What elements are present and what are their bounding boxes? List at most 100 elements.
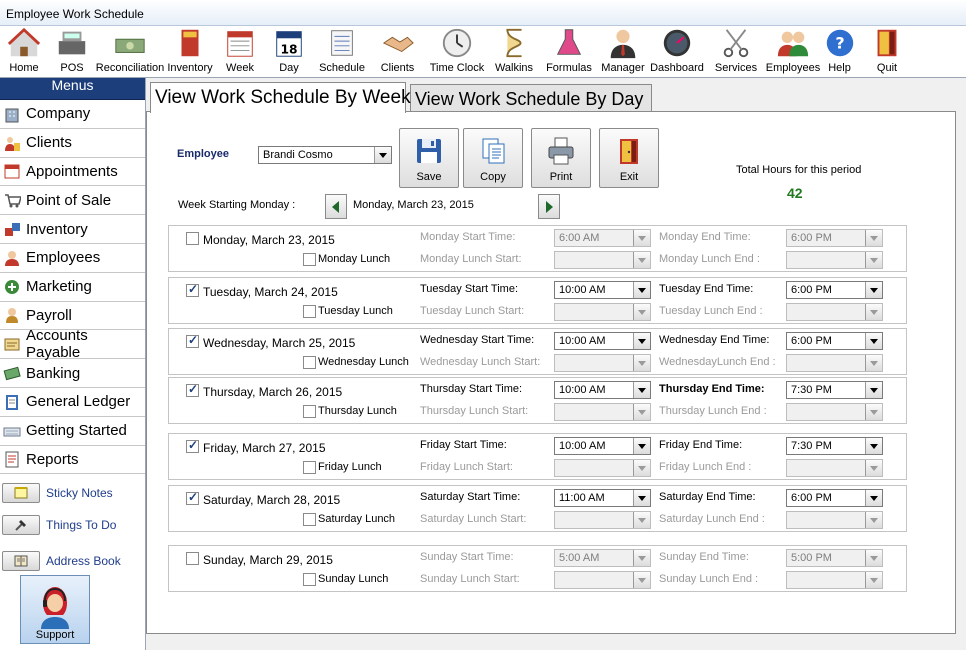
toolbar-walkins-button[interactable]: Walkins	[489, 26, 539, 78]
chevron-down-icon[interactable]	[865, 404, 882, 420]
chevron-down-icon[interactable]	[633, 490, 650, 506]
chevron-down-icon[interactable]	[865, 282, 882, 298]
chevron-down-icon[interactable]	[633, 252, 650, 268]
toolbar-day-button[interactable]: 18 Day	[264, 26, 314, 78]
chevron-down-icon[interactable]	[865, 230, 882, 246]
day-enabled-checkbox[interactable]	[186, 382, 199, 397]
chevron-down-icon[interactable]	[865, 550, 882, 566]
chevron-down-icon[interactable]	[633, 333, 650, 349]
address-book-link[interactable]: Address Book	[2, 551, 121, 571]
end-time-select[interactable]: 7:30 PM	[786, 437, 883, 455]
chevron-down-icon[interactable]	[633, 304, 650, 320]
day-enabled-checkbox[interactable]	[186, 333, 199, 348]
start-time-select[interactable]: 10:00 AM	[554, 381, 651, 399]
lunch-end-select[interactable]	[786, 459, 883, 477]
lunch-checkbox[interactable]	[303, 305, 316, 318]
end-time-select[interactable]: 7:30 PM	[786, 381, 883, 399]
toolbar-manager-button[interactable]: Manager	[599, 26, 647, 78]
start-time-select[interactable]: 10:00 AM	[554, 437, 651, 455]
lunch-end-select[interactable]	[786, 403, 883, 421]
employee-select[interactable]: Brandi Cosmo	[258, 146, 392, 164]
copy-button[interactable]: Copy	[463, 128, 523, 188]
end-time-select[interactable]: 6:00 PM	[786, 332, 883, 350]
chevron-down-icon[interactable]	[865, 512, 882, 528]
sidebar-item-getting-started[interactable]: Getting Started	[0, 416, 145, 446]
chevron-down-icon[interactable]	[633, 460, 650, 476]
day-enabled-checkbox[interactable]	[186, 490, 199, 505]
chevron-down-icon[interactable]	[865, 355, 882, 371]
lunch-checkbox[interactable]	[303, 253, 316, 266]
lunch-end-select[interactable]	[786, 251, 883, 269]
chevron-down-icon[interactable]	[374, 147, 391, 163]
chevron-down-icon[interactable]	[865, 333, 882, 349]
tab-day[interactable]: View Work Schedule By Day	[410, 84, 652, 112]
chevron-down-icon[interactable]	[633, 572, 650, 588]
toolbar-schedule-button[interactable]: Schedule	[314, 26, 370, 78]
chevron-down-icon[interactable]	[633, 550, 650, 566]
support-button[interactable]: Support	[20, 575, 90, 644]
lunch-start-select[interactable]	[554, 403, 651, 421]
chevron-down-icon[interactable]	[865, 438, 882, 454]
toolbar-formulas-button[interactable]: Formulas	[539, 26, 599, 78]
lunch-checkbox[interactable]	[303, 513, 316, 526]
toolbar-home-button[interactable]: Home	[0, 26, 48, 78]
sidebar-item-clients[interactable]: Clients	[0, 128, 145, 158]
toolbar-inventory-button[interactable]: Inventory	[164, 26, 216, 78]
toolbar-services-button[interactable]: Services	[707, 26, 765, 78]
toolbar-employees-button[interactable]: Employees	[765, 26, 821, 78]
lunch-checkbox[interactable]	[303, 461, 316, 474]
chevron-down-icon[interactable]	[865, 490, 882, 506]
start-time-select[interactable]: 5:00 AM	[554, 549, 651, 567]
toolbar-pos-button[interactable]: POS	[48, 26, 96, 78]
next-week-button[interactable]	[538, 194, 560, 219]
day-enabled-checkbox[interactable]	[186, 232, 199, 245]
chevron-down-icon[interactable]	[633, 512, 650, 528]
toolbar-reconciliation-button[interactable]: Reconciliation	[96, 26, 164, 78]
sidebar-item-marketing[interactable]: Marketing	[0, 272, 145, 302]
chevron-down-icon[interactable]	[633, 355, 650, 371]
lunch-start-select[interactable]	[554, 303, 651, 321]
sidebar-item-general-ledger[interactable]: General Ledger	[0, 387, 145, 417]
chevron-down-icon[interactable]	[633, 404, 650, 420]
save-button[interactable]: Save	[399, 128, 459, 188]
start-time-select[interactable]: 10:00 AM	[554, 281, 651, 299]
toolbar-dashboard-button[interactable]: Dashboard	[647, 26, 707, 78]
toolbar-time-clock-button[interactable]: Time Clock	[425, 26, 489, 78]
print-button[interactable]: Print	[531, 128, 591, 188]
sidebar-item-payroll[interactable]: Payroll	[0, 301, 145, 331]
toolbar-clients-button[interactable]: Clients	[370, 26, 425, 78]
end-time-select[interactable]: 6:00 PM	[786, 489, 883, 507]
sidebar-item-banking[interactable]: Banking	[0, 359, 145, 388]
tab-week[interactable]: View Work Schedule By Week	[150, 82, 411, 113]
prev-week-button[interactable]	[325, 194, 347, 219]
lunch-start-select[interactable]	[554, 251, 651, 269]
lunch-start-select[interactable]	[554, 511, 651, 529]
sidebar-item-reports[interactable]: Reports	[0, 445, 145, 475]
sidebar-item-point-of-sale[interactable]: Point of Sale	[0, 186, 145, 216]
chevron-down-icon[interactable]	[865, 460, 882, 476]
sticky-notes-link[interactable]: Sticky Notes	[2, 483, 113, 503]
toolbar-quit-button[interactable]: Quit	[858, 26, 916, 78]
chevron-down-icon[interactable]	[865, 572, 882, 588]
start-time-select[interactable]: 10:00 AM	[554, 332, 651, 350]
day-enabled-checkbox[interactable]	[186, 438, 199, 453]
lunch-end-select[interactable]	[786, 354, 883, 372]
start-time-select[interactable]: 6:00 AM	[554, 229, 651, 247]
toolbar-week-button[interactable]: Week	[216, 26, 264, 78]
things-to-do-link[interactable]: Things To Do	[2, 515, 116, 535]
chevron-down-icon[interactable]	[633, 282, 650, 298]
exit-button[interactable]: Exit	[599, 128, 659, 188]
end-time-select[interactable]: 6:00 PM	[786, 229, 883, 247]
chevron-down-icon[interactable]	[633, 382, 650, 398]
lunch-end-select[interactable]	[786, 303, 883, 321]
chevron-down-icon[interactable]	[633, 438, 650, 454]
sidebar-item-employees[interactable]: Employees	[0, 243, 145, 273]
lunch-checkbox[interactable]	[303, 356, 316, 369]
chevron-down-icon[interactable]	[865, 252, 882, 268]
toolbar-help-button[interactable]: ? Help	[821, 26, 858, 78]
sidebar-item-company[interactable]: Company	[0, 100, 145, 129]
chevron-down-icon[interactable]	[633, 230, 650, 246]
sidebar-item-appointments[interactable]: Appointments	[0, 157, 145, 187]
lunch-start-select[interactable]	[554, 459, 651, 477]
lunch-checkbox[interactable]	[303, 573, 316, 586]
